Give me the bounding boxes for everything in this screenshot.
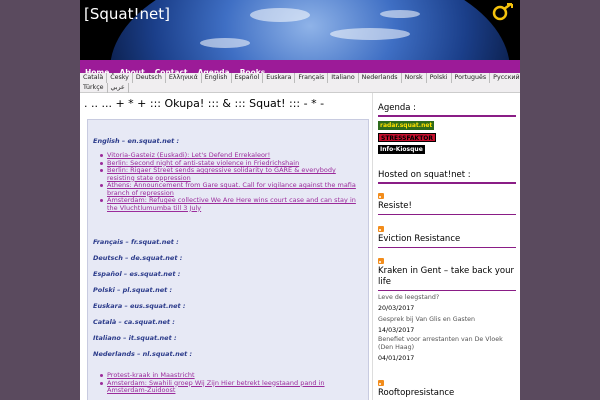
lang-link[interactable]: Euskara — [263, 73, 296, 83]
event-date: 20/03/2017 — [378, 305, 415, 312]
link-list-en: Vitoria-Gasteiz (Euskadi): Let's Defend … — [100, 151, 364, 212]
section-label-eus[interactable]: Euskara – eus.squat.net : — [93, 302, 186, 310]
language-bar: Català Česky Deutsch Ελληνικά English Español… — [80, 73, 520, 93]
page: [Squat!net] Home About Contact Agenda Bo… — [80, 0, 520, 400]
section-label-es[interactable]: Español – es.squat.net : — [93, 270, 180, 278]
main-nav: Home About Contact Agenda Books — [80, 60, 520, 77]
lang-link[interactable]: Polski — [427, 73, 452, 83]
event-title[interactable]: Benefiet voor arrestanten van De Vloek (… — [378, 336, 516, 352]
site-title[interactable]: [Squat!net] — [84, 5, 170, 23]
divider — [378, 115, 516, 117]
lang-link[interactable]: Türkçe — [80, 83, 108, 93]
earth-image — [110, 0, 510, 60]
news-box: English – en.squat.net : Vitoria-Gasteiz… — [87, 119, 369, 400]
lang-link[interactable]: Ελληνικά — [166, 73, 202, 83]
lang-link[interactable]: Deutsch — [133, 73, 166, 83]
rss-icon[interactable] — [378, 193, 384, 199]
divider — [378, 247, 516, 248]
lang-link[interactable]: Français — [295, 73, 329, 83]
news-link[interactable]: Berlin: Rigaer Street sends aggressive s… — [100, 166, 364, 182]
stressfaktor-badge[interactable]: STRESSFAKTOR — [378, 133, 437, 142]
event-title[interactable]: Leve de leegstand? — [378, 294, 439, 301]
section-label-it[interactable]: Italiano – it.squat.net : — [93, 334, 177, 342]
section-label-de[interactable]: Deutsch – de.squat.net : — [93, 254, 182, 262]
section-label-pl[interactable]: Polski – pl.squat.net : — [93, 286, 172, 294]
radar-badge[interactable]: radar.squat.net — [378, 121, 435, 130]
header-banner: [Squat!net] — [80, 0, 520, 60]
feed-title[interactable]: Rooftopresistance — [378, 388, 454, 398]
divider — [378, 290, 516, 291]
section-label-en[interactable]: English – en.squat.net : — [93, 137, 179, 145]
event-date: 04/01/2017 — [378, 355, 415, 362]
event-title[interactable]: Gesprek bij Van Glis en Gasten — [378, 316, 475, 323]
agenda-title: Agenda : — [378, 103, 416, 113]
sidebar: Agenda : radar.squat.net STRESSFAKTOR In… — [372, 93, 520, 400]
news-link[interactable]: Amsterdam: Refugee collective We Are Her… — [100, 196, 364, 212]
lang-link[interactable]: عربي — [108, 83, 129, 93]
news-link[interactable]: Athens: Announcement from Gare squat. Ca… — [100, 181, 364, 197]
section-label-nl[interactable]: Nederlands – nl.squat.net : — [93, 350, 192, 358]
lang-link[interactable]: Русский — [490, 73, 520, 83]
rss-icon[interactable] — [378, 380, 384, 386]
lang-link[interactable]: Português — [452, 73, 491, 83]
feed-title[interactable]: Kraken in Gent – take back your life — [378, 266, 516, 288]
rss-icon[interactable] — [378, 258, 384, 264]
lang-link[interactable]: Español — [232, 73, 264, 83]
section-label-ca[interactable]: Català – ca.squat.net : — [93, 318, 175, 326]
lang-link[interactable]: Italiano — [328, 73, 359, 83]
divider — [378, 182, 516, 184]
rss-icon[interactable] — [378, 226, 384, 232]
lang-link[interactable]: Nederlands — [359, 73, 402, 83]
lang-link[interactable]: English — [202, 73, 232, 83]
squat-logo-icon[interactable] — [491, 3, 513, 21]
link-list-nl: Protest-kraak in Maastricht Amsterdam: S… — [100, 371, 364, 395]
info-kiosque-badge[interactable]: Info-Kiosque — [378, 145, 425, 154]
lang-link[interactable]: Català — [80, 73, 108, 83]
lang-link[interactable]: Česky — [107, 73, 133, 83]
section-label-fr[interactable]: Français – fr.squat.net : — [93, 238, 179, 246]
lang-link[interactable]: Norsk — [402, 73, 427, 83]
event-date: 14/03/2017 — [378, 327, 415, 334]
news-link[interactable]: Amsterdam: Swahili groep Wij Zijn Hier b… — [100, 379, 364, 395]
page-heading: . .. ... + * + ::: Okupa! ::: & ::: Squa… — [84, 97, 325, 110]
feed-title[interactable]: Resiste! — [378, 201, 412, 211]
feed-title[interactable]: Eviction Resistance — [378, 234, 460, 244]
divider — [378, 214, 516, 215]
hosted-title: Hosted on squat!net : — [378, 170, 471, 180]
main-content: . .. ... + * + ::: Okupa! ::: & ::: Squa… — [80, 93, 370, 400]
